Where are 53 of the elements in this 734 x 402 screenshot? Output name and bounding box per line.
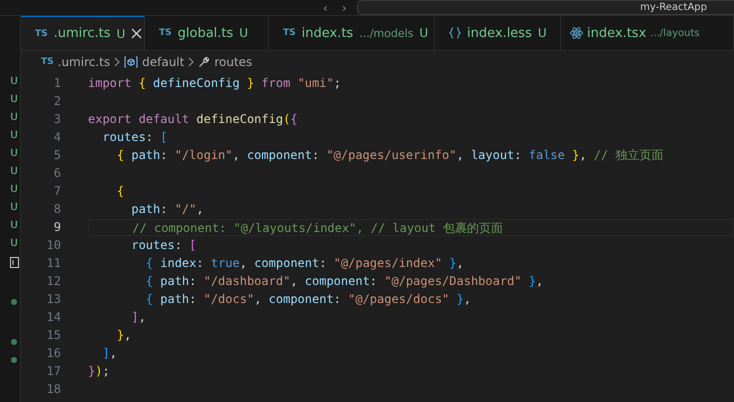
code-line: { path: "/login", component: "@/pages/userinfo", layout: false }, // 独立页面 [116,146,664,164]
untracked-marker: U [9,147,19,161]
file-type-label: TS [159,28,172,38]
editor-tab[interactable]: TS .umirc.ts U [21,16,145,50]
code-line: }, [116,326,132,344]
code-line: routes: [ [101,128,168,146]
code-line: { [116,182,124,200]
untracked-marker: U [9,219,19,233]
line-number: 14 [46,310,62,324]
breadcrumb-item[interactable]: routes [214,55,252,69]
untracked-marker: U [9,183,19,197]
line-number: 9 [52,220,62,234]
line-number: 17 [46,364,62,378]
forward-button[interactable]: › [342,1,347,15]
line-number: 5 [52,148,62,162]
untracked-marker: U [9,111,19,125]
untracked-marker: U [9,129,19,143]
line-number: 15 [46,328,62,342]
line-number: 11 [46,256,62,270]
code-line: ], [101,344,117,362]
file-type-label: TS [35,28,48,38]
line-number: 12 [46,274,62,288]
line-number: 2 [52,94,62,108]
breadcrumb-item[interactable]: .umirc.ts [58,55,110,69]
line-number: 13 [46,292,62,306]
code-line: export default defineConfig({ [88,110,298,128]
breadcrumb-item[interactable]: default [142,55,184,69]
command-center-field[interactable]: my-ReactApp [356,0,734,15]
code-line: routes: [ [130,236,196,254]
line-number: 6 [52,166,62,180]
code-line: import { defineConfig } from "umi"; [88,74,341,92]
line-number: 4 [52,130,62,144]
line-number: 16 [46,346,62,360]
file-type-label: TS [41,57,54,67]
line-number: 7 [52,184,62,198]
code-line: path: "/", [130,200,204,218]
untracked-marker: U [9,201,19,215]
untracked-marker: U [9,237,19,251]
untracked-marker: U [9,75,19,89]
file-type-label: TS [283,28,296,38]
back-button[interactable]: ‹ [323,1,328,15]
line-number: 3 [52,112,62,126]
line-number: 10 [46,238,62,252]
line-number: 1 [52,76,62,90]
untracked-marker: U [9,165,19,179]
code-line: ], [130,308,146,326]
line-number: 8 [52,202,62,216]
code-line: { path: "/dashboard", component: "@/pages/Dashboard" }, [144,272,544,290]
untracked-marker: U [9,93,19,107]
line-number: 18 [46,382,62,396]
code-line: { path: "/docs", component: "@/pages/docs" }, [144,290,471,308]
code-line: { index: true, component: "@/pages/index" }, [144,254,464,272]
code-line: }); [88,362,110,380]
